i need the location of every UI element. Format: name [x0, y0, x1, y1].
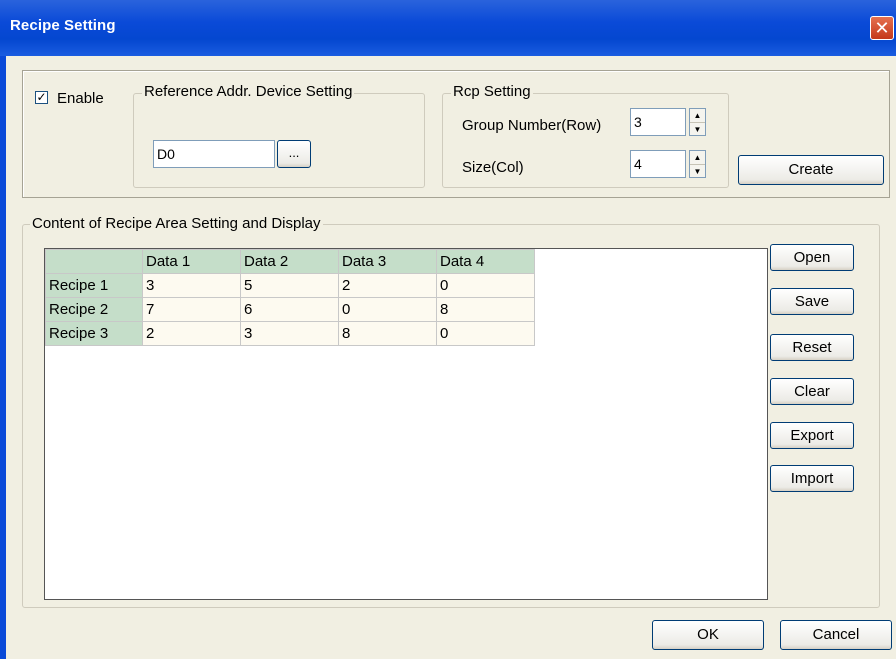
row-header[interactable]: Recipe 3	[45, 321, 143, 346]
table-cell[interactable]: 5	[240, 273, 339, 298]
table-cell[interactable]: 8	[338, 321, 437, 346]
enable-label: Enable	[57, 90, 104, 107]
table-row[interactable]: Recipe 2 7 6 0 8	[45, 297, 535, 322]
spin-down-icon[interactable]: ▼	[690, 165, 705, 178]
ok-button[interactable]: OK	[652, 620, 764, 650]
group-number-input[interactable]: 3	[630, 108, 686, 136]
size-col-spinner[interactable]: ▲ ▼	[689, 150, 706, 178]
reference-address-input[interactable]: D0	[153, 140, 275, 168]
close-button[interactable]: ✕	[870, 16, 894, 40]
table-cell[interactable]: 0	[436, 321, 535, 346]
recipe-grid[interactable]: Data 1 Data 2 Data 3 Data 4 Recipe 1 3 5…	[44, 248, 768, 600]
import-button[interactable]: Import	[770, 465, 854, 492]
browse-button[interactable]: ...	[277, 140, 311, 168]
corner-cell	[45, 249, 143, 274]
window-title: Recipe Setting	[10, 17, 116, 34]
recipe-table[interactable]: Data 1 Data 2 Data 3 Data 4 Recipe 1 3 5…	[45, 249, 535, 346]
reset-button[interactable]: Reset	[770, 334, 854, 361]
table-cell[interactable]: 3	[142, 273, 241, 298]
rcp-setting-group-label: Rcp Setting	[451, 83, 533, 100]
window-border	[0, 56, 6, 659]
group-number-spinner[interactable]: ▲ ▼	[689, 108, 706, 136]
spin-up-icon[interactable]: ▲	[690, 151, 705, 165]
column-header[interactable]: Data 3	[338, 249, 437, 274]
cancel-button[interactable]: Cancel	[780, 620, 892, 650]
table-header-row: Data 1 Data 2 Data 3 Data 4	[45, 249, 535, 274]
size-col-input[interactable]: 4	[630, 150, 686, 178]
row-header[interactable]: Recipe 1	[45, 273, 143, 298]
column-header[interactable]: Data 2	[240, 249, 339, 274]
export-button[interactable]: Export	[770, 422, 854, 449]
content-group-label: Content of Recipe Area Setting and Displ…	[30, 215, 323, 232]
column-header[interactable]: Data 1	[142, 249, 241, 274]
close-icon: ✕	[874, 18, 890, 38]
create-button[interactable]: Create	[738, 155, 884, 185]
table-cell[interactable]: 0	[338, 297, 437, 322]
save-button[interactable]: Save	[770, 288, 854, 315]
table-row[interactable]: Recipe 3 2 3 8 0	[45, 321, 535, 346]
enable-checkbox[interactable]: ✓	[35, 91, 48, 104]
table-cell[interactable]: 2	[142, 321, 241, 346]
table-cell[interactable]: 7	[142, 297, 241, 322]
checkmark-icon: ✓	[36, 90, 47, 104]
open-button[interactable]: Open	[770, 244, 854, 271]
table-row[interactable]: Recipe 1 3 5 2 0	[45, 273, 535, 298]
size-col-label: Size(Col)	[462, 159, 524, 176]
table-cell[interactable]: 8	[436, 297, 535, 322]
clear-button[interactable]: Clear	[770, 378, 854, 405]
table-cell[interactable]: 2	[338, 273, 437, 298]
title-bar: Recipe Setting ✕	[0, 0, 896, 56]
table-cell[interactable]: 3	[240, 321, 339, 346]
group-number-label: Group Number(Row)	[462, 117, 602, 134]
table-cell[interactable]: 6	[240, 297, 339, 322]
column-header[interactable]: Data 4	[436, 249, 535, 274]
reference-addr-group-label: Reference Addr. Device Setting	[142, 83, 355, 100]
table-cell[interactable]: 0	[436, 273, 535, 298]
spin-up-icon[interactable]: ▲	[690, 109, 705, 123]
row-header[interactable]: Recipe 2	[45, 297, 143, 322]
spin-down-icon[interactable]: ▼	[690, 123, 705, 136]
